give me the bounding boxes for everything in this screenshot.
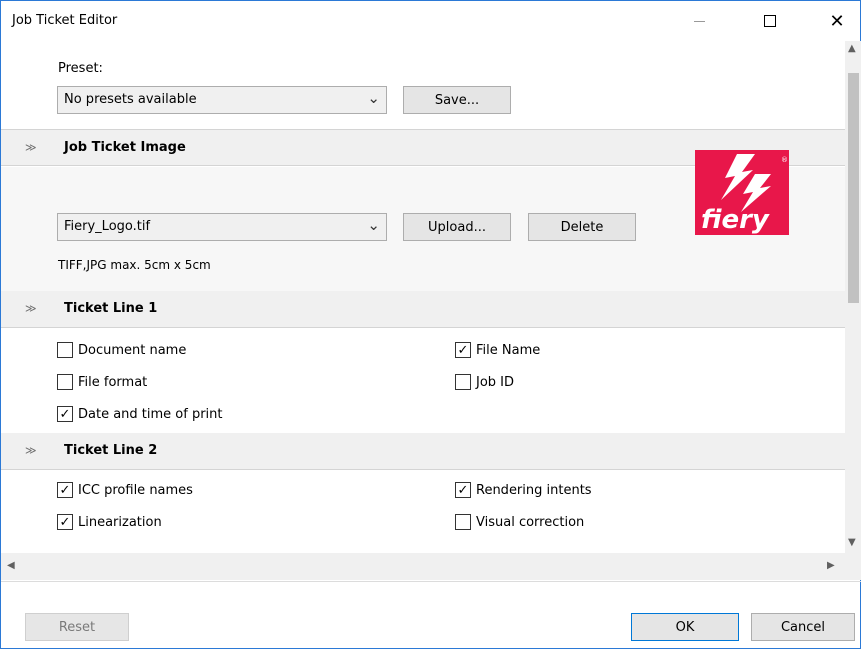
section-body-ticket-line-1: Document name ✓ File Name File format Jo… xyxy=(1,329,845,431)
save-preset-button[interactable]: Save... xyxy=(403,86,511,114)
preset-select-value: No presets available xyxy=(64,92,197,107)
cancel-button[interactable]: Cancel xyxy=(751,613,855,641)
checkbox-box[interactable]: ✓ xyxy=(57,482,73,498)
job-ticket-editor-window: Job Ticket Editor ✕ Preset: No presets a… xyxy=(0,0,861,649)
checkbox-box[interactable]: ✓ xyxy=(455,482,471,498)
footer-divider xyxy=(1,581,861,582)
upload-button[interactable]: Upload... xyxy=(403,213,511,241)
section-header-ticket-line-1[interactable]: ≫ Ticket Line 1 xyxy=(1,291,845,328)
preset-select[interactable]: No presets available ⌄ xyxy=(57,86,387,114)
close-button[interactable]: ✕ xyxy=(814,1,860,41)
logo-wordmark: fiery xyxy=(701,205,770,235)
checkbox-box[interactable] xyxy=(455,374,471,390)
minimize-icon xyxy=(693,20,705,22)
checkbox-label: Linearization xyxy=(78,514,162,530)
checkbox-label: Date and time of print xyxy=(78,406,223,422)
checkbox-rendering-intents[interactable]: ✓ Rendering intents xyxy=(455,482,592,498)
checkbox-date-time-print[interactable]: ✓ Date and time of print xyxy=(57,406,223,422)
scroll-left-icon[interactable]: ◀ xyxy=(7,560,15,571)
checkbox-file-format[interactable]: File format xyxy=(57,374,147,390)
maximize-icon xyxy=(764,15,776,27)
checkbox-label: Job ID xyxy=(476,374,515,390)
checkbox-box[interactable]: ✓ xyxy=(57,406,73,422)
delete-button[interactable]: Delete xyxy=(528,213,636,241)
ok-button[interactable]: OK xyxy=(631,613,739,641)
scrollable-content: Preset: No presets available ⌄ Save... ≫… xyxy=(1,41,845,553)
reset-button[interactable]: Reset xyxy=(25,613,129,641)
maximize-button[interactable] xyxy=(747,1,793,41)
checkbox-label: ICC profile names xyxy=(78,482,193,498)
checkbox-visual-correction[interactable]: Visual correction xyxy=(455,514,584,530)
checkbox-linearization[interactable]: ✓ Linearization xyxy=(57,514,162,530)
section-title: Ticket Line 2 xyxy=(64,443,158,458)
close-icon: ✕ xyxy=(829,10,845,32)
checkbox-box[interactable] xyxy=(57,342,73,358)
checkbox-box[interactable]: ✓ xyxy=(455,342,471,358)
chevron-down-icon: ⌄ xyxy=(367,89,380,107)
checkbox-document-name[interactable]: Document name xyxy=(57,342,186,358)
checkbox-box[interactable] xyxy=(57,374,73,390)
vertical-scrollbar[interactable]: ▲ ▼ xyxy=(845,41,861,553)
scroll-down-icon[interactable]: ▼ xyxy=(848,537,856,548)
fiery-logo: fiery ® xyxy=(695,150,789,235)
checkbox-label: File format xyxy=(78,374,148,390)
logo-registered-mark: ® xyxy=(781,156,788,164)
preset-label: Preset: xyxy=(58,61,103,76)
vertical-scroll-thumb[interactable] xyxy=(848,73,859,303)
horizontal-scrollbar[interactable]: ◀ ▶ xyxy=(1,553,845,580)
scroll-up-icon[interactable]: ▲ xyxy=(848,43,856,54)
image-format-hint: TIFF,JPG max. 5cm x 5cm xyxy=(58,258,211,272)
window-title: Job Ticket Editor xyxy=(12,13,118,28)
checkbox-label: File Name xyxy=(476,342,541,358)
title-bar: Job Ticket Editor ✕ xyxy=(1,1,860,41)
minimize-button[interactable] xyxy=(676,1,722,41)
collapse-icon[interactable]: ≫ xyxy=(25,444,37,457)
scroll-corner xyxy=(845,553,861,580)
checkbox-file-name[interactable]: ✓ File Name xyxy=(455,342,540,358)
section-title: Ticket Line 1 xyxy=(64,301,158,316)
collapse-icon[interactable]: ≫ xyxy=(25,302,37,315)
checkbox-icc-profile-names[interactable]: ✓ ICC profile names xyxy=(57,482,193,498)
checkbox-label: Visual correction xyxy=(476,514,585,530)
section-body-ticket-line-2: ✓ ICC profile names ✓ Rendering intents … xyxy=(1,471,845,551)
checkbox-box[interactable] xyxy=(455,514,471,530)
section-header-ticket-line-2[interactable]: ≫ Ticket Line 2 xyxy=(1,433,845,470)
section-title: Job Ticket Image xyxy=(64,140,186,155)
checkbox-box[interactable]: ✓ xyxy=(57,514,73,530)
checkbox-job-id[interactable]: Job ID xyxy=(455,374,514,390)
chevron-down-icon: ⌄ xyxy=(367,216,380,234)
collapse-icon[interactable]: ≫ xyxy=(25,141,37,154)
checkbox-label: Rendering intents xyxy=(476,482,592,498)
image-select[interactable]: Fiery_Logo.tif ⌄ xyxy=(57,213,387,241)
image-select-value: Fiery_Logo.tif xyxy=(64,219,151,234)
checkbox-label: Document name xyxy=(78,342,187,358)
scroll-right-icon[interactable]: ▶ xyxy=(827,560,835,571)
